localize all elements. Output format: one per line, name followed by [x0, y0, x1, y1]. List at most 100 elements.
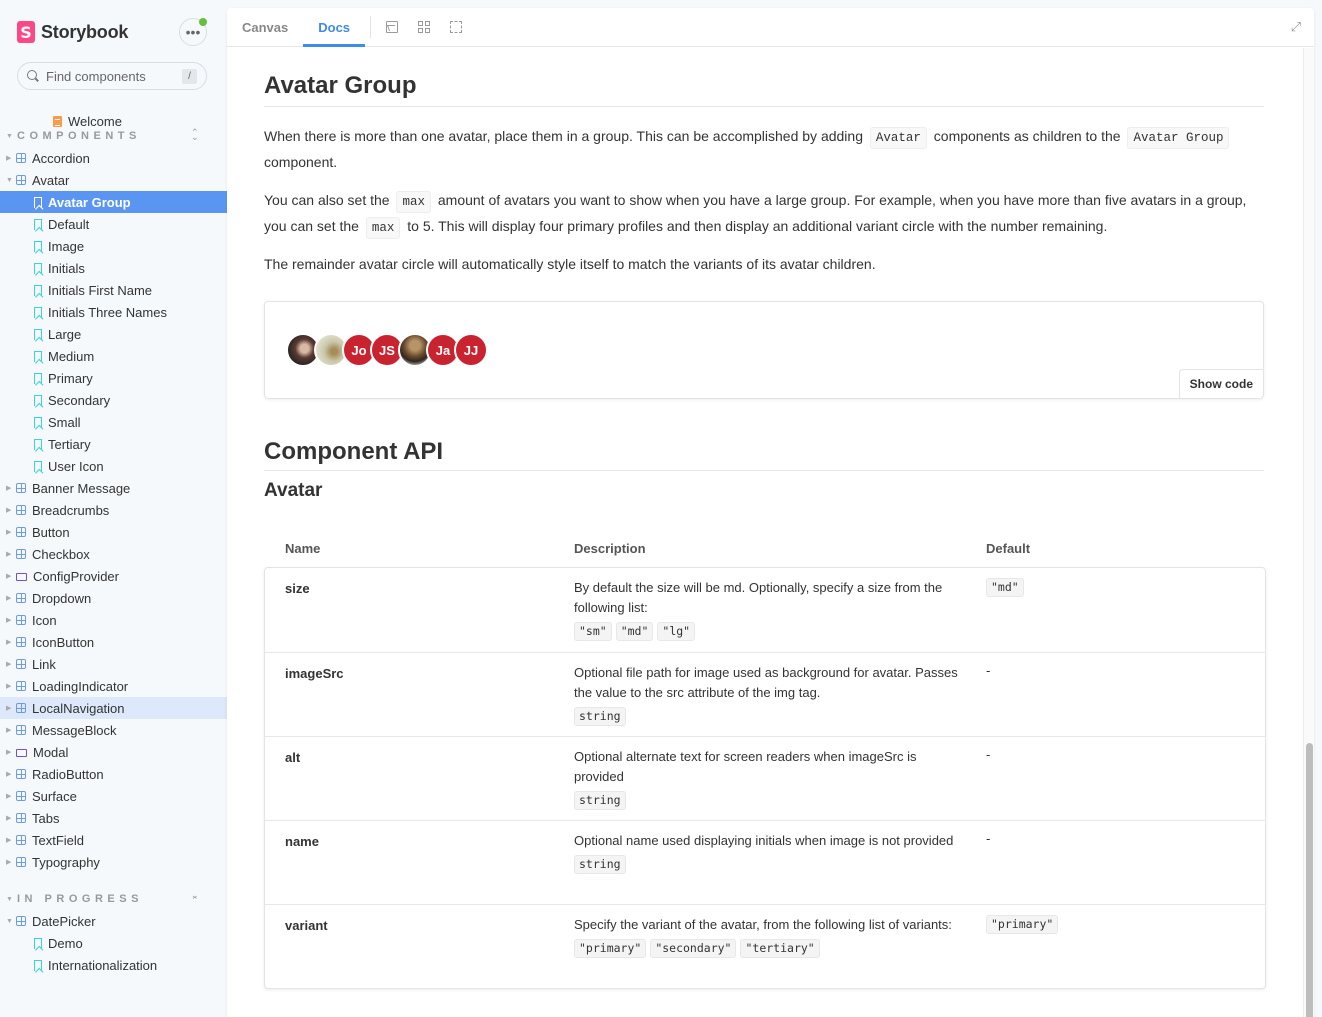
collapse-all-icon[interactable]: ⌄ ⌃: [191, 890, 199, 906]
sidebar-story-avatar-group[interactable]: Avatar Group: [0, 191, 227, 213]
sidebar-item-localnavigation[interactable]: ▶ LocalNavigation: [0, 697, 227, 719]
text: components as children to the: [929, 128, 1125, 144]
sidebar-item-label: Secondary: [48, 392, 111, 408]
component-icon: [16, 153, 26, 163]
sidebar-item-datepicker[interactable]: ▼ DatePicker: [0, 910, 227, 932]
component-icon: [16, 916, 26, 926]
component-icon: [16, 857, 26, 867]
sidebar-item-checkbox[interactable]: ▶ Checkbox: [0, 543, 227, 565]
sidebar-item-label: LoadingIndicator: [32, 678, 129, 694]
chevron-right-icon: ▶: [6, 749, 12, 756]
sidebar-item-radiobutton[interactable]: ▶ RadioButton: [0, 763, 227, 785]
sidebar-story-initials-first-name[interactable]: Initials First Name: [0, 279, 227, 301]
outline-toggle-button[interactable]: [440, 8, 472, 46]
sidebar-item-banner-message[interactable]: ▶ Banner Message: [0, 477, 227, 499]
description-text: By default the size will be md. Optional…: [574, 580, 943, 615]
sidebar-item-label: Checkbox: [32, 546, 90, 562]
prop-description: By default the size will be md. Optional…: [574, 578, 964, 641]
outline-icon: [450, 21, 463, 33]
sidebar-story-initials-three-names[interactable]: Initials Three Names: [0, 301, 227, 323]
sidebar-item-accordion[interactable]: ▶ Accordion: [0, 147, 227, 169]
sidebar-item-link[interactable]: ▶ Link: [0, 653, 227, 675]
component-icon: [16, 593, 26, 603]
sidebar-story-primary[interactable]: Primary: [0, 367, 227, 389]
sidebar-story-secondary[interactable]: Secondary: [0, 389, 227, 411]
show-code-button[interactable]: Show code: [1178, 369, 1263, 398]
bookmark-icon: [34, 394, 42, 406]
sidebar-story-medium[interactable]: Medium: [0, 345, 227, 367]
sidebar: S Storybook ••• / Welcome▼COMPONENTS⌃⌄▶A…: [0, 0, 227, 1017]
sidebar-item-typography[interactable]: ▶ Typography: [0, 851, 227, 873]
fullscreen-button[interactable]: ⤢: [1288, 19, 1304, 35]
sidebar-story-small[interactable]: Small: [0, 411, 227, 433]
type-chip: string: [574, 855, 626, 874]
avatar-api-heading: Avatar: [264, 480, 323, 501]
sidebar-item-avatar[interactable]: ▼ Avatar: [0, 169, 227, 191]
sidebar-item-label: Modal: [33, 744, 69, 760]
main-panel: Canvas Docs ⤢ Avatar Group When there is…: [227, 8, 1314, 1017]
ellipsis-icon: •••: [185, 24, 201, 40]
sidebar-item-dropdown[interactable]: ▶ Dropdown: [0, 587, 227, 609]
sidebar-story-image[interactable]: Image: [0, 235, 227, 257]
sidebar-item-icon[interactable]: ▶ Icon: [0, 609, 227, 631]
background-toggle-button[interactable]: [376, 8, 408, 46]
sidebar-item-loadingindicator[interactable]: ▶ LoadingIndicator: [0, 675, 227, 697]
sidebar-story-demo[interactable]: Demo: [0, 932, 227, 954]
bookmark-icon: [34, 196, 42, 208]
sidebar-item-label: Large: [48, 326, 82, 342]
sidebar-item-label: IconButton: [32, 634, 95, 650]
prop-description: Optional name used displaying initials w…: [574, 831, 964, 874]
sidebar-item-button[interactable]: ▶ Button: [0, 521, 227, 543]
sidebar-item-modal[interactable]: ▶ Modal: [0, 741, 227, 763]
sidebar-item-label: Internationalization: [48, 957, 158, 973]
chevron-right-icon: ▶: [6, 639, 12, 646]
tab-docs[interactable]: Docs: [303, 8, 365, 47]
scrollbar-thumb[interactable]: [1306, 743, 1313, 1017]
sidebar-item-textfield[interactable]: ▶ TextField: [0, 829, 227, 851]
type-chip: string: [574, 791, 626, 810]
sidebar-item-breadcrumbs[interactable]: ▶ Breadcrumbs: [0, 499, 227, 521]
text: When there is more than one avatar, plac…: [264, 128, 867, 144]
inline-code: max: [365, 217, 401, 239]
sidebar-section-in-progress[interactable]: ▼ IN PROGRESS ⌄ ⌃: [0, 888, 227, 910]
search-input[interactable]: [46, 68, 176, 84]
chevron-right-icon: ▶: [6, 595, 12, 602]
sidebar-section-components[interactable]: ▼ COMPONENTS ⌃ ⌄: [0, 125, 227, 147]
brand[interactable]: S Storybook: [17, 20, 128, 44]
default-value: -: [986, 747, 991, 762]
tab-canvas[interactable]: Canvas: [227, 8, 303, 46]
settings-menu-button[interactable]: •••: [179, 18, 207, 46]
sidebar-item-configprovider[interactable]: ▶ ConfigProvider: [0, 565, 227, 587]
sidebar-story-user-icon[interactable]: User Icon: [0, 455, 227, 477]
chevron-right-icon: ▶: [6, 683, 12, 690]
prop-description: Optional alternate text for screen reade…: [574, 747, 964, 810]
chevron-right-icon: ▶: [6, 859, 12, 866]
prop-name: name: [285, 834, 319, 849]
sidebar-item-tabs[interactable]: ▶ Tabs: [0, 807, 227, 829]
sidebar-story-default[interactable]: Default: [0, 213, 227, 235]
sidebar-story-large[interactable]: Large: [0, 323, 227, 345]
table-row: size By default the size will be md. Opti…: [265, 568, 1265, 652]
sidebar-item-iconbutton[interactable]: ▶ IconButton: [0, 631, 227, 653]
sidebar-story-tertiary[interactable]: Tertiary: [0, 433, 227, 455]
table-row: variant Specify the variant of the avatar…: [265, 904, 1265, 988]
expand-all-icon[interactable]: ⌃ ⌄: [191, 127, 199, 143]
sidebar-story-initials[interactable]: Initials: [0, 257, 227, 279]
bookmark-icon: [34, 959, 42, 971]
text: to 5. This will display four primary pro…: [403, 218, 1108, 234]
text: component.: [264, 154, 338, 170]
chevron-right-icon: ▶: [6, 507, 12, 514]
sidebar-story-internationalization[interactable]: Internationalization: [0, 954, 227, 976]
bookmark-icon: [34, 262, 42, 274]
sidebar-item-label: Accordion: [32, 150, 90, 166]
sidebar-item-surface[interactable]: ▶ Surface: [0, 785, 227, 807]
vertical-scrollbar[interactable]: [1303, 48, 1314, 1017]
search-box[interactable]: /: [17, 62, 207, 90]
prop-default: "md": [986, 578, 1028, 597]
component-icon: [16, 505, 26, 515]
bookmark-icon: [34, 460, 42, 472]
grid-toggle-button[interactable]: [408, 8, 440, 46]
sidebar-item-messageblock[interactable]: ▶ MessageBlock: [0, 719, 227, 741]
type-chip: "lg": [657, 622, 696, 641]
